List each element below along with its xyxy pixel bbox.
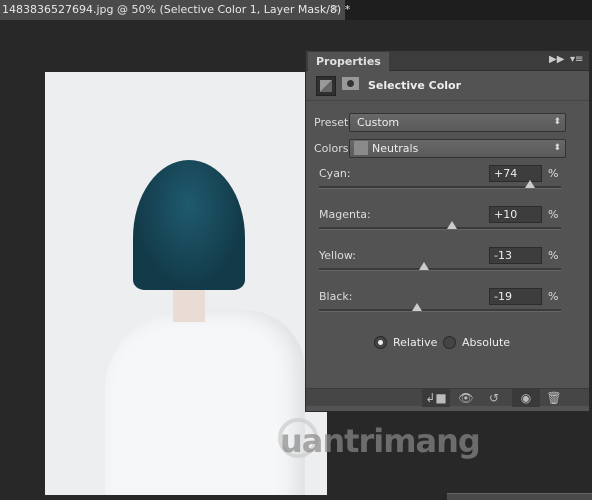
close-icon[interactable]: ✕	[331, 0, 339, 20]
black-slider[interactable]	[319, 303, 561, 312]
percent-sign: %	[548, 208, 559, 221]
cyan-label: Cyan:	[319, 167, 351, 180]
trash-icon[interactable]: 🗑	[540, 389, 568, 407]
colors-value: Neutrals	[372, 142, 419, 155]
percent-sign: %	[548, 290, 559, 303]
colors-label: Colors:	[314, 142, 353, 155]
magenta-label: Magenta:	[319, 208, 371, 221]
document-tab[interactable]: 1483836527694.jpg @ 50% (Selective Color…	[0, 0, 350, 20]
panel-menu-icon[interactable]: ▾≡	[570, 54, 583, 65]
cyan-slider[interactable]	[319, 180, 561, 189]
visibility-icon[interactable]: ◉	[512, 389, 540, 407]
bottom-panel	[447, 493, 592, 500]
reset-icon[interactable]: ↺	[480, 389, 508, 407]
updown-icon: ⬍	[553, 117, 561, 127]
colors-select[interactable]: Neutrals ⬍	[349, 139, 566, 158]
magenta-value-field[interactable]: +10	[489, 206, 542, 223]
colors-row: Colors: Neutrals ⬍	[314, 139, 566, 158]
view-previous-icon[interactable]: 👁	[452, 389, 480, 407]
magenta-slider-thumb[interactable]	[447, 221, 458, 229]
panel-title: Selective Color	[368, 79, 462, 92]
properties-panel: Properties ▶▶ ▾≡ Selective Color Preset:…	[305, 50, 590, 412]
watermark-text: uantrimang	[280, 422, 481, 460]
absolute-radio[interactable]: Absolute	[443, 336, 510, 349]
black-slider-thumb[interactable]	[412, 303, 422, 311]
percent-sign: %	[548, 167, 559, 180]
preset-select[interactable]: Custom ⬍	[349, 113, 566, 132]
relative-label: Relative	[393, 336, 438, 349]
radio-icon	[443, 336, 456, 349]
yellow-slider[interactable]	[319, 262, 561, 271]
clip-to-layer-icon[interactable]: ↲■	[422, 389, 450, 407]
photo-hair	[133, 160, 245, 290]
preset-row: Preset: Custom ⬍	[314, 113, 566, 132]
yellow-label: Yellow:	[319, 249, 356, 262]
preset-value: Custom	[357, 116, 400, 129]
yellow-value-field[interactable]: -13	[489, 247, 542, 264]
yellow-slider-thumb[interactable]	[419, 262, 430, 270]
document-tab-bar: 1483836527694.jpg @ 50% (Selective Color…	[0, 0, 592, 20]
updown-icon: ⬍	[553, 143, 561, 153]
preset-label: Preset:	[314, 116, 353, 129]
magenta-slider[interactable]	[319, 221, 561, 230]
percent-sign: %	[548, 249, 559, 262]
document-title: 1483836527694.jpg @ 50% (Selective Color…	[2, 3, 351, 16]
black-value-field[interactable]: -19	[489, 288, 542, 305]
relative-radio[interactable]: Relative	[374, 336, 437, 349]
radio-selected-icon	[374, 336, 387, 349]
panel-footer: ↲■ 👁 ↺ ◉ 🗑	[306, 388, 589, 407]
absolute-label: Absolute	[462, 336, 511, 349]
photo-shirt	[105, 310, 305, 495]
adjustment-icon[interactable]	[316, 76, 336, 96]
properties-tab[interactable]: Properties	[308, 52, 389, 71]
cyan-slider-thumb[interactable]	[524, 180, 535, 188]
color-swatch	[354, 141, 368, 155]
mask-icon[interactable]	[342, 77, 359, 90]
collapse-icon[interactable]: ▶▶	[549, 54, 564, 65]
black-label: Black:	[319, 290, 353, 303]
